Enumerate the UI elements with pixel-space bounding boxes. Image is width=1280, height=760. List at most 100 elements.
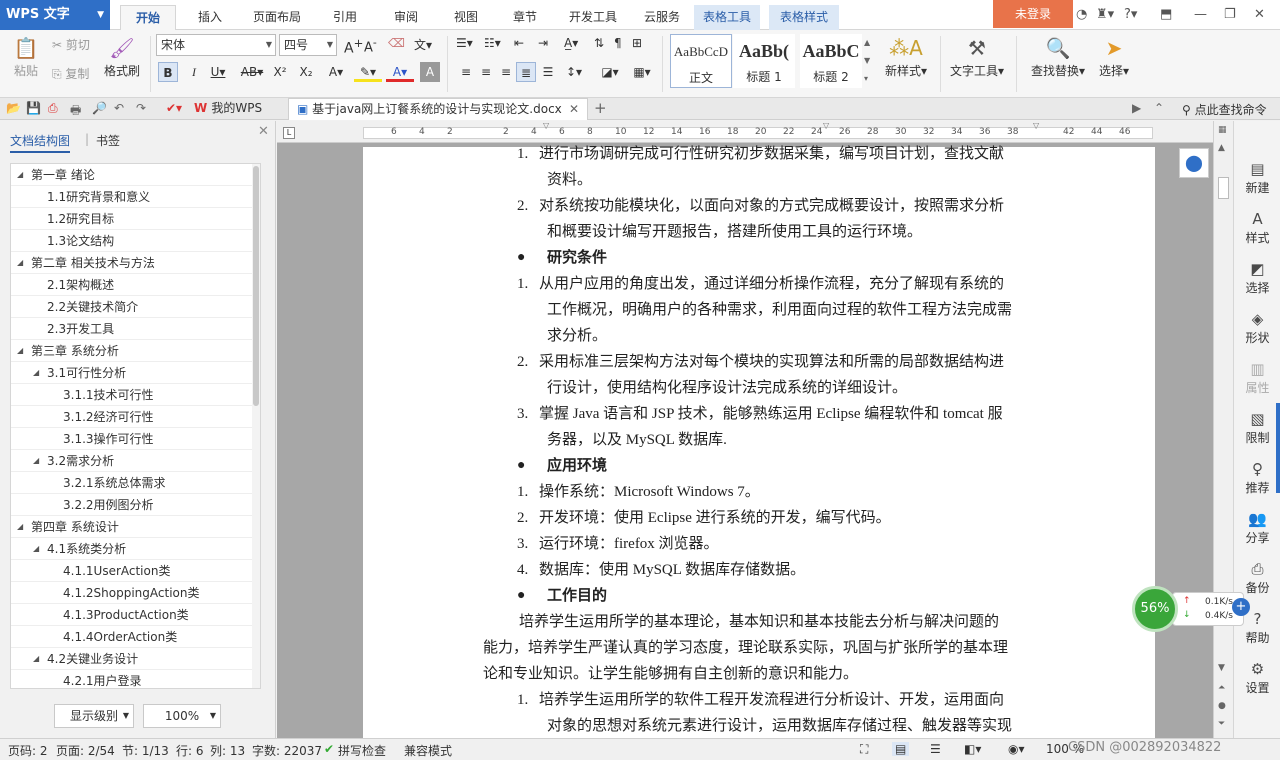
undo-icon[interactable]: ↶ [114, 101, 124, 115]
expand-toggle-icon[interactable]: ◢ [17, 252, 23, 274]
font-name-select[interactable]: 宋体 ▼ [156, 34, 276, 56]
menu-tab[interactable]: 审阅 [380, 5, 432, 30]
minimize-icon[interactable]: — [1194, 7, 1207, 22]
outline-item[interactable]: 3.1.1技术可行性 [11, 384, 260, 406]
scroll-thumb[interactable] [253, 166, 259, 406]
align-center-icon[interactable]: ≡ [476, 62, 496, 82]
outline-item[interactable]: 1.1研究背景和意义 [11, 186, 260, 208]
tab-document[interactable]: ▣ 基于java网上订餐系统的设计与实现论文.docx ✕ [288, 98, 588, 120]
outline-item[interactable]: ◢ 第二章 相关技术与方法 [11, 252, 260, 274]
scrollbar[interactable] [252, 164, 260, 688]
app-menu-button[interactable]: WPS 文字 ▼ [0, 0, 110, 30]
page-count[interactable]: 页面: 2/54 [56, 742, 115, 759]
reading-view-icon[interactable]: ◉▾ [1008, 742, 1025, 756]
spell-check[interactable]: 拼写检查 [338, 742, 386, 759]
rail-button[interactable]: 👥 分享 [1234, 509, 1280, 546]
panel-zoom-select[interactable]: 100% ▼ [143, 704, 221, 728]
style-preset[interactable]: AaBbCcD 正文 [670, 34, 732, 88]
outline-item[interactable]: ◢ 3.1可行性分析 [11, 362, 260, 384]
outline-item[interactable]: 1.2研究目标 [11, 208, 260, 230]
print-icon[interactable]: 🖶 [70, 101, 81, 122]
sort-icon[interactable]: ⇅ [594, 36, 604, 50]
outline-item[interactable]: 1.3论文结构 [11, 230, 260, 252]
font-color-icon[interactable]: A▾ [386, 62, 414, 82]
doc-nav-icon[interactable]: ▶ [1132, 101, 1141, 115]
highlight-icon[interactable]: ✎▾ [354, 62, 382, 82]
outline-item[interactable]: 4.1.3ProductAction类 [11, 604, 260, 626]
outline-item[interactable]: 3.2.1系统总体需求 [11, 472, 260, 494]
style-preset[interactable]: AaBbC 标题 2 [800, 34, 862, 88]
boost-plus-icon[interactable]: + [1232, 598, 1250, 616]
outline-item[interactable]: ◢ 4.2关键业务设计 [11, 648, 260, 670]
tab-bookmarks[interactable]: 书签 [96, 132, 120, 149]
tab-my-wps[interactable]: W 我的WPS [186, 98, 282, 120]
next-page-icon[interactable]: ⏷ [1218, 719, 1225, 729]
underline-icon[interactable]: U▾ [208, 62, 228, 82]
tab-stop-selector[interactable]: L [283, 127, 295, 139]
tab-document-map[interactable]: 文档结构图 [10, 132, 71, 153]
vertical-scrollbar[interactable]: ▦ ▲ ▼ ⏶ ● ⏷ [1213, 121, 1233, 738]
rail-button[interactable]: ▧ 限制 [1234, 409, 1280, 446]
save-icon[interactable]: 💾 [26, 101, 41, 115]
cut-button[interactable]: ✂ 剪切 [52, 36, 90, 53]
scroll-thumb[interactable] [1218, 177, 1229, 199]
justify-icon[interactable]: ≣ [516, 62, 536, 82]
fullscreen-icon[interactable]: ⛶ [860, 742, 868, 757]
menu-tab[interactable]: 页面布局 [242, 5, 312, 30]
close-icon[interactable]: ✕ [258, 124, 269, 139]
restore-ribbon-icon[interactable]: ⬒ [1160, 7, 1172, 22]
new-style-button[interactable]: ⁂A 新样式▾ [878, 34, 934, 79]
menu-tab[interactable]: 引用 [320, 5, 370, 30]
open-folder-icon[interactable]: 📂 [6, 101, 21, 115]
ruler-toggle-icon[interactable]: ▦ [1218, 125, 1227, 135]
select-button[interactable]: ➤ 选择▾ [1092, 34, 1136, 79]
superscript-icon[interactable]: X² [270, 62, 290, 82]
expand-toggle-icon[interactable]: ◢ [17, 340, 23, 362]
border-icon[interactable]: ▦▾ [628, 62, 656, 82]
rail-button[interactable]: ⚙ 设置 [1234, 659, 1280, 696]
print-preview-icon[interactable]: 🔎 [92, 101, 107, 115]
speed-widget[interactable]: ↑ 0.1K/s ↓ 0.4K/s 56% + [1132, 586, 1250, 634]
expand-toggle-icon[interactable]: ◢ [17, 164, 23, 186]
indent-marker-icon[interactable]: ▽ [1033, 121, 1039, 130]
clear-format-icon[interactable]: ⌫ [388, 36, 405, 50]
word-count[interactable]: 字数: 22037 [252, 742, 322, 759]
location-pin-icon[interactable]: ⬤ [1179, 148, 1209, 178]
show-marks-icon[interactable]: ¶ [614, 36, 622, 50]
outline-item[interactable]: 4.1.1UserAction类 [11, 560, 260, 582]
distributed-icon[interactable]: ☰ [538, 62, 558, 82]
section[interactable]: 节: 1/13 [122, 742, 169, 759]
rail-button[interactable]: A 样式 [1234, 209, 1280, 246]
collapse-ribbon-icon[interactable]: ⌃ [1154, 101, 1164, 115]
shading-icon[interactable]: ◪▾ [596, 62, 624, 82]
menu-tab[interactable]: 表格样式 [769, 5, 839, 30]
redo-icon[interactable]: ↷ [136, 101, 146, 115]
outline-item[interactable]: ◢ 第三章 系统分析 [11, 340, 260, 362]
expand-toggle-icon[interactable]: ◢ [33, 648, 39, 670]
web-view-icon[interactable]: ◧▾ [964, 742, 981, 756]
char-shading-icon[interactable]: A [420, 62, 440, 82]
outline-item[interactable]: ◢ 第四章 系统设计 [11, 516, 260, 538]
bullets-icon[interactable]: ☰▾ [456, 36, 473, 50]
maximize-icon[interactable]: ❐ [1224, 7, 1236, 22]
skin-icon[interactable]: ◔ [1076, 7, 1087, 22]
scroll-down-icon[interactable]: ▼ [1218, 663, 1225, 673]
format-painter-button[interactable]: 🖌 格式刷 [102, 34, 142, 79]
pinyin-icon[interactable]: 文▾ [414, 36, 432, 53]
outline-item[interactable]: 4.1.2ShoppingAction类 [11, 582, 260, 604]
rail-button[interactable]: ▥ 属性 [1234, 359, 1280, 396]
page-view-icon[interactable]: ▤ [892, 742, 910, 756]
subscript-icon[interactable]: X₂ [296, 62, 316, 82]
rail-button[interactable]: ♀ 推荐 [1234, 459, 1280, 496]
display-level-select[interactable]: 显示级别 ▼ [54, 704, 134, 728]
page-code[interactable]: 页码: 2 [8, 742, 48, 759]
bold-icon[interactable]: B [158, 62, 178, 82]
scroll-up-icon[interactable]: ▲ [1218, 143, 1225, 153]
paste-button[interactable]: 📋 粘贴 [8, 34, 44, 79]
outline-item[interactable]: 2.2关键技术简介 [11, 296, 260, 318]
expand-toggle-icon[interactable]: ◢ [33, 538, 39, 560]
style-preset[interactable]: AaBb(标题 1 [733, 34, 795, 88]
increase-indent-icon[interactable]: ⇥ [538, 36, 548, 50]
menu-tab[interactable]: 开始 [120, 5, 176, 30]
pin-icon[interactable]: ✔▾ [166, 101, 182, 115]
